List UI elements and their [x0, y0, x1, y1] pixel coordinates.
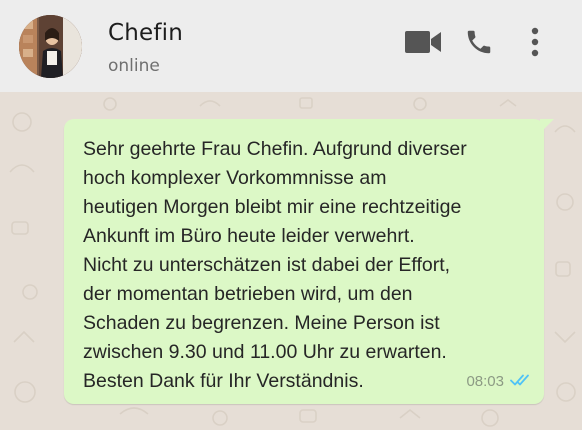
video-call-icon[interactable]: [402, 24, 444, 60]
message-time: 08:03: [466, 373, 504, 390]
more-vertical-icon[interactable]: [522, 24, 548, 60]
chat-area[interactable]: Sehr geehrte Frau Chefin. Aufgrund diver…: [0, 92, 582, 430]
message-meta: 08:03: [466, 372, 532, 391]
chat-header: Chefin online: [0, 0, 582, 92]
avatar-photo: [19, 15, 82, 78]
contact-name[interactable]: Chefin: [108, 20, 183, 46]
contact-status: online: [108, 56, 160, 76]
outgoing-message-bubble[interactable]: Sehr geehrte Frau Chefin. Aufgrund diver…: [64, 119, 554, 404]
message-text: Sehr geehrte Frau Chefin. Aufgrund diver…: [83, 138, 467, 392]
phone-icon[interactable]: [460, 24, 498, 60]
bubble-tail: [540, 119, 554, 133]
contact-avatar[interactable]: [19, 15, 82, 78]
double-check-read-icon: [510, 372, 532, 391]
